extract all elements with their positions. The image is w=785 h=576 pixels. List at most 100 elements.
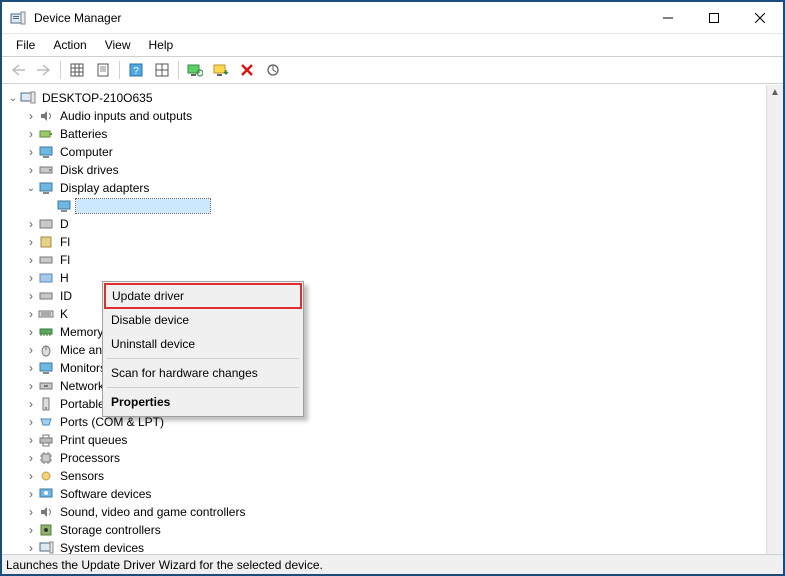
expand-caret-icon[interactable] — [24, 487, 38, 501]
tree-item-software[interactable]: Software devices — [24, 485, 766, 503]
scroll-up-icon[interactable]: ▲ — [770, 87, 780, 98]
tree-item-obscured[interactable]: Fl — [24, 233, 766, 251]
monitor-down-icon — [213, 63, 229, 77]
ctx-properties[interactable]: Properties — [105, 390, 301, 414]
tree-item-computer[interactable]: Computer — [24, 143, 766, 161]
audio-icon — [38, 108, 54, 124]
back-button[interactable] — [6, 59, 30, 81]
tree-item-display-adapter-child[interactable] — [42, 197, 766, 215]
expand-caret-icon[interactable] — [24, 379, 38, 393]
forward-button[interactable] — [32, 59, 56, 81]
expand-caret-icon[interactable] — [24, 523, 38, 537]
device-icon — [38, 270, 54, 286]
expand-caret-icon[interactable] — [24, 253, 38, 267]
expand-caret-icon[interactable] — [24, 183, 38, 194]
grid2-icon — [155, 63, 169, 77]
statusbar: Launches the Update Driver Wizard for th… — [2, 554, 783, 574]
toolbar: ? — [2, 56, 783, 84]
expand-caret-icon[interactable] — [24, 451, 38, 465]
disk-icon — [38, 162, 54, 178]
tree-item-disk-drives[interactable]: Disk drives — [24, 161, 766, 179]
menu-file[interactable]: File — [8, 36, 43, 54]
device-icon — [38, 234, 54, 250]
properties-button[interactable] — [91, 59, 115, 81]
device-icon — [38, 288, 54, 304]
expand-caret-icon[interactable] — [24, 415, 38, 429]
update-driver-button[interactable] — [183, 59, 207, 81]
expand-caret-icon[interactable] — [24, 343, 38, 357]
cpu-icon — [38, 450, 54, 466]
device-tree[interactable]: DESKTOP-210O635 Audio inputs and outputs… — [2, 85, 766, 554]
expand-caret-icon[interactable] — [24, 541, 38, 554]
expand-caret-icon[interactable] — [24, 217, 38, 231]
scan-hardware-button[interactable] — [261, 59, 285, 81]
uninstall-device-button[interactable] — [235, 59, 259, 81]
help-button[interactable]: ? — [124, 59, 148, 81]
expand-caret-icon[interactable] — [24, 145, 38, 159]
expand-caret-icon[interactable] — [24, 361, 38, 375]
device-manager-window: Device Manager File Action View Help ? — [0, 0, 785, 576]
tree-item-audio[interactable]: Audio inputs and outputs — [24, 107, 766, 125]
tree-item-label: Batteries — [58, 127, 109, 141]
menu-help[interactable]: Help — [141, 36, 182, 54]
keyboard-icon — [38, 306, 54, 322]
ctx-uninstall-device[interactable]: Uninstall device — [105, 332, 301, 356]
scan-icon — [266, 63, 280, 77]
tree-item-obscured[interactable]: Fl — [24, 251, 766, 269]
tree-item-storage[interactable]: Storage controllers — [24, 521, 766, 539]
maximize-button[interactable] — [691, 2, 737, 33]
display-adapter-icon — [56, 198, 72, 214]
expand-caret-icon[interactable] — [24, 289, 38, 303]
svg-text:?: ? — [133, 66, 139, 77]
menu-view[interactable]: View — [97, 36, 139, 54]
menu-action[interactable]: Action — [45, 36, 94, 54]
ctx-disable-device[interactable]: Disable device — [105, 308, 301, 332]
tree-root[interactable]: DESKTOP-210O635 — [6, 89, 766, 107]
vertical-scrollbar[interactable]: ▲ — [766, 85, 783, 554]
menubar: File Action View Help — [2, 34, 783, 56]
tree-item-batteries[interactable]: Batteries — [24, 125, 766, 143]
sound-icon — [38, 504, 54, 520]
tree-item-label: K — [58, 307, 70, 321]
grid-icon — [70, 63, 84, 77]
display-adapter-icon — [38, 180, 54, 196]
expand-caret-icon[interactable] — [24, 163, 38, 177]
tree-item-print[interactable]: Print queues — [24, 431, 766, 449]
tree-item-obscured[interactable]: D — [24, 215, 766, 233]
tree-item-label: Processors — [58, 451, 122, 465]
show-hidden-button[interactable] — [65, 59, 89, 81]
tree-item-sound[interactable]: Sound, video and game controllers — [24, 503, 766, 521]
tree-item-label: Audio inputs and outputs — [58, 109, 194, 123]
device-icon — [38, 252, 54, 268]
tree-item-label: System devices — [58, 541, 146, 554]
action-button[interactable] — [150, 59, 174, 81]
tree-item-processors[interactable]: Processors — [24, 449, 766, 467]
minimize-button[interactable] — [645, 2, 691, 33]
disable-device-button[interactable] — [209, 59, 233, 81]
expand-caret-icon[interactable] — [24, 397, 38, 411]
expand-caret-icon[interactable] — [24, 433, 38, 447]
network-icon — [38, 378, 54, 394]
ctx-scan-hardware[interactable]: Scan for hardware changes — [105, 361, 301, 385]
ctx-separator — [107, 387, 299, 388]
tree-item-display-adapters[interactable]: Display adapters — [24, 179, 766, 197]
expand-caret-icon[interactable] — [6, 93, 20, 104]
expand-caret-icon[interactable] — [24, 271, 38, 285]
tree-item-sensors[interactable]: Sensors — [24, 467, 766, 485]
close-button[interactable] — [737, 2, 783, 33]
expand-caret-icon[interactable] — [24, 505, 38, 519]
portable-icon — [38, 396, 54, 412]
expand-caret-icon[interactable] — [24, 127, 38, 141]
tree-item-label: H — [58, 271, 71, 285]
expand-caret-icon[interactable] — [24, 307, 38, 321]
expand-caret-icon[interactable] — [24, 109, 38, 123]
expand-caret-icon[interactable] — [24, 235, 38, 249]
tree-item-system[interactable]: System devices — [24, 539, 766, 554]
ctx-update-driver[interactable]: Update driver — [104, 283, 302, 309]
expand-caret-icon[interactable] — [24, 325, 38, 339]
context-menu: Update driver Disable device Uninstall d… — [102, 281, 304, 417]
tree-item-label: Fl — [58, 235, 72, 249]
expand-caret-icon[interactable] — [24, 469, 38, 483]
app-icon — [10, 10, 26, 26]
tree-item-label: ID — [58, 289, 74, 303]
